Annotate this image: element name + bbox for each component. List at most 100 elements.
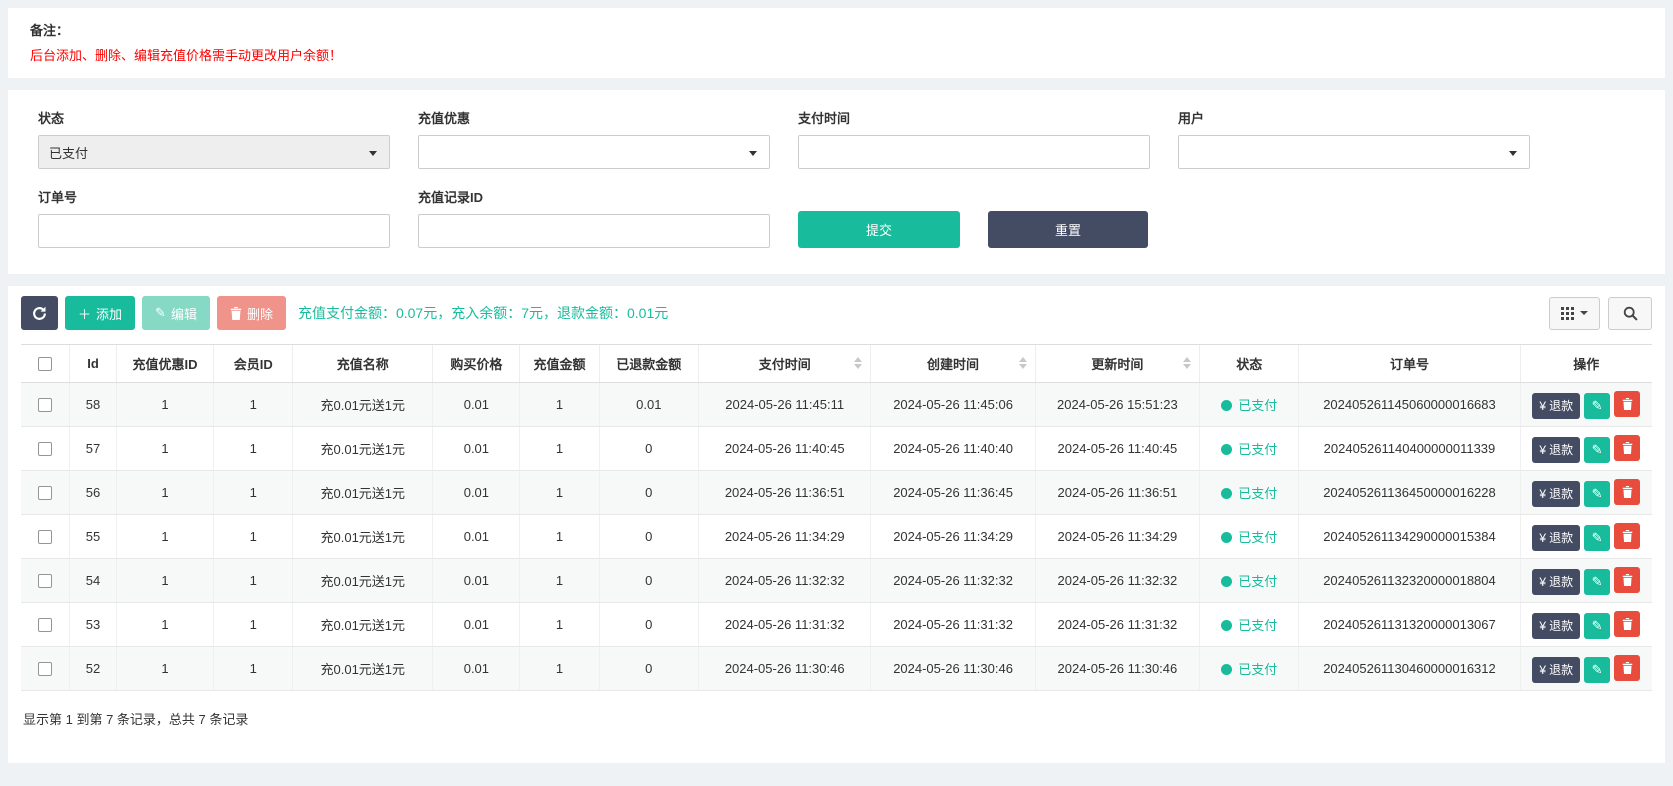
row-checkbox-cell [21, 647, 70, 691]
row-checkbox[interactable] [38, 398, 52, 412]
yen-icon: ¥ [1539, 663, 1546, 677]
cell-update-time: 2024-05-26 11:40:45 [1035, 427, 1199, 471]
cell-name: 充0.01元送1元 [293, 383, 433, 427]
trash-icon [230, 307, 242, 320]
row-delete-button[interactable] [1614, 567, 1640, 593]
field-order-no: 订单号 [38, 187, 390, 248]
refund-button[interactable]: ¥退款 [1532, 481, 1580, 507]
cell-amount: 1 [520, 603, 599, 647]
cell-price: 0.01 [433, 427, 520, 471]
row-delete-button[interactable] [1614, 611, 1640, 637]
edit-button[interactable]: ✎编辑 [142, 296, 210, 330]
cell-refunded: 0 [599, 515, 698, 559]
row-delete-button[interactable] [1614, 435, 1640, 461]
cell-id: 56 [70, 471, 117, 515]
cell-name: 充0.01元送1元 [293, 515, 433, 559]
row-checkbox[interactable] [38, 662, 52, 676]
table-panel: ＋添加 ✎编辑 删除 充值支付金额：0.07元，充入余额：7元，退款金额：0.0… [8, 286, 1665, 763]
user-select[interactable] [1178, 135, 1530, 169]
row-delete-button[interactable] [1614, 391, 1640, 417]
cell-create-time: 2024-05-26 11:34:29 [871, 515, 1035, 559]
chevron-down-icon [369, 151, 377, 156]
order-no-input[interactable] [38, 214, 390, 248]
row-delete-button[interactable] [1614, 655, 1640, 681]
cell-promo-id: 1 [116, 383, 213, 427]
record-id-input[interactable] [418, 214, 770, 248]
header-pay-time[interactable]: 支付时间 [698, 345, 870, 383]
chevron-down-icon [1509, 151, 1517, 156]
row-edit-button[interactable]: ✎ [1584, 657, 1610, 683]
reset-button[interactable]: 重置 [988, 211, 1148, 248]
cell-update-time: 2024-05-26 11:30:46 [1035, 647, 1199, 691]
submit-button[interactable]: 提交 [798, 211, 960, 248]
cell-refunded: 0 [599, 427, 698, 471]
delete-button[interactable]: 删除 [217, 296, 286, 330]
row-checkbox[interactable] [38, 530, 52, 544]
status-badge: 已支付 [1238, 442, 1277, 457]
status-select[interactable]: 已支付 [38, 135, 390, 169]
header-checkbox-cell [21, 345, 70, 383]
field-user: 用户 [1178, 108, 1530, 169]
row-checkbox[interactable] [38, 442, 52, 456]
cell-actions: ¥退款 ✎ [1520, 427, 1652, 471]
header-update-time[interactable]: 更新时间 [1035, 345, 1199, 383]
cell-id: 55 [70, 515, 117, 559]
pencil-icon: ✎ [1592, 530, 1603, 545]
columns-button[interactable] [1549, 297, 1600, 330]
select-all-checkbox[interactable] [38, 357, 52, 371]
pay-time-input[interactable] [798, 135, 1150, 169]
row-checkbox[interactable] [38, 618, 52, 632]
table-body: 5811充0.01元送1元0.0110.012024-05-26 11:45:1… [21, 383, 1652, 691]
refund-button[interactable]: ¥退款 [1532, 525, 1580, 551]
header-id: Id [70, 345, 117, 383]
row-edit-button[interactable]: ✎ [1584, 613, 1610, 639]
search-icon [1623, 306, 1638, 321]
cell-status: 已支付 [1200, 559, 1299, 603]
refund-button[interactable]: ¥退款 [1532, 657, 1580, 683]
trash-icon [1622, 662, 1633, 674]
row-checkbox[interactable] [38, 574, 52, 588]
refund-button[interactable]: ¥退款 [1532, 569, 1580, 595]
row-delete-button[interactable] [1614, 479, 1640, 505]
row-checkbox-cell [21, 427, 70, 471]
row-edit-button[interactable]: ✎ [1584, 525, 1610, 551]
status-dot-icon [1221, 664, 1232, 675]
promo-select[interactable] [418, 135, 770, 169]
row-edit-button[interactable]: ✎ [1584, 569, 1610, 595]
row-edit-button[interactable]: ✎ [1584, 393, 1610, 419]
pencil-icon: ✎ [1592, 486, 1603, 501]
row-delete-button[interactable] [1614, 523, 1640, 549]
cell-order-no: 202405261132320000018804 [1299, 559, 1520, 603]
cell-member-id: 1 [214, 383, 293, 427]
cell-amount: 1 [520, 471, 599, 515]
field-promo: 充值优惠 [418, 108, 770, 169]
pagination-info: 显示第 1 到第 7 条记录，总共 7 条记录 [21, 691, 1652, 746]
cell-pay-time: 2024-05-26 11:45:11 [698, 383, 870, 427]
pencil-icon: ✎ [1592, 574, 1603, 589]
row-edit-button[interactable]: ✎ [1584, 437, 1610, 463]
cell-refunded: 0 [599, 471, 698, 515]
cell-actions: ¥退款 ✎ [1520, 471, 1652, 515]
cell-promo-id: 1 [116, 603, 213, 647]
refund-button[interactable]: ¥退款 [1532, 437, 1580, 463]
cell-actions: ¥退款✎ [1520, 603, 1652, 647]
pencil-icon: ✎ [1592, 442, 1603, 457]
cell-name: 充0.01元送1元 [293, 603, 433, 647]
refund-button[interactable]: ¥退款 [1532, 613, 1580, 639]
refresh-button[interactable] [21, 296, 58, 330]
cell-status: 已支付 [1200, 383, 1299, 427]
sort-icons [1183, 357, 1191, 369]
cell-price: 0.01 [433, 515, 520, 559]
pay-time-label: 支付时间 [798, 108, 1150, 127]
status-dot-icon [1221, 488, 1232, 499]
header-create-time[interactable]: 创建时间 [871, 345, 1035, 383]
status-badge: 已支付 [1238, 574, 1277, 589]
table-row: 5811充0.01元送1元0.0110.012024-05-26 11:45:1… [21, 383, 1652, 427]
add-button[interactable]: ＋添加 [65, 296, 135, 330]
status-label: 状态 [38, 108, 390, 127]
search-toggle-button[interactable] [1608, 297, 1652, 330]
refund-button[interactable]: ¥退款 [1532, 393, 1580, 419]
row-edit-button[interactable]: ✎ [1584, 481, 1610, 507]
row-checkbox[interactable] [38, 486, 52, 500]
pencil-icon: ✎ [155, 305, 166, 321]
